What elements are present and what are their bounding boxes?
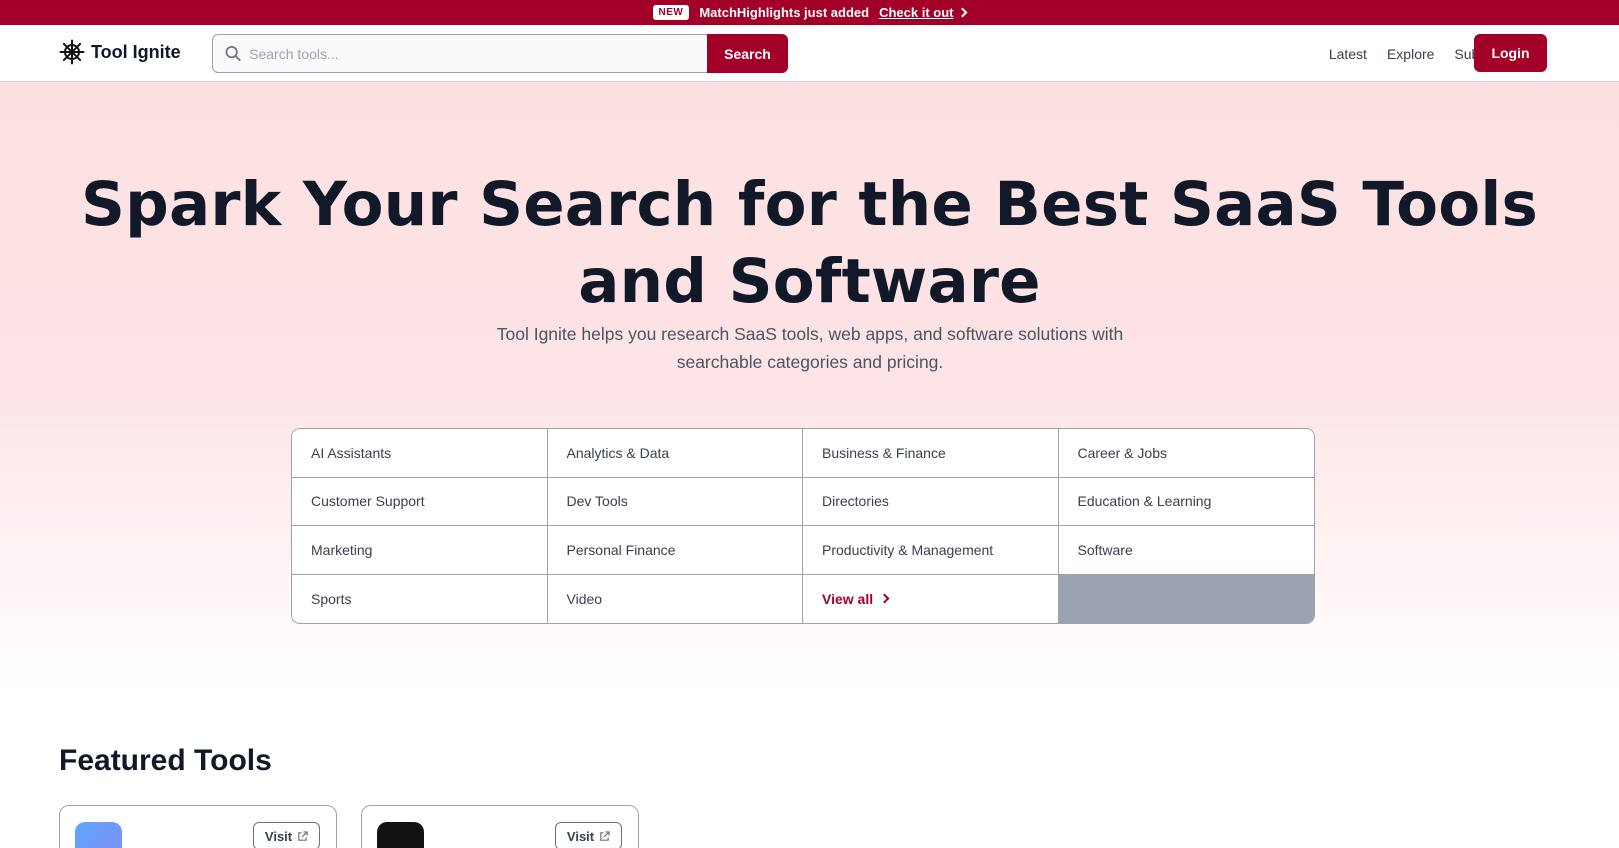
visit-button[interactable]: Visit: [253, 822, 320, 848]
category-personal-finance[interactable]: Personal Finance: [547, 526, 803, 575]
category-grid-filler: [1058, 574, 1314, 623]
featured-tools-heading: Featured Tools: [59, 744, 272, 777]
view-all-categories-link[interactable]: View all: [803, 574, 1059, 623]
visit-label: Visit: [566, 828, 595, 844]
category-customer-support[interactable]: Customer Support: [292, 477, 548, 526]
category-analytics-data[interactable]: Analytics & Data: [547, 429, 803, 478]
search-button[interactable]: Search: [707, 34, 788, 73]
category-education-learning[interactable]: Education & Learning: [1058, 477, 1314, 526]
category-dev-tools[interactable]: Dev Tools: [547, 477, 803, 526]
hero-section: Spark Your Search for the Best SaaS Tool…: [0, 82, 1619, 692]
search-bar: Search: [212, 34, 788, 73]
category-grid: AI Assistants Analytics & Data Business …: [291, 428, 1315, 624]
brand-logo[interactable]: Tool Ignite: [59, 39, 181, 65]
nav-explore[interactable]: Explore: [1387, 46, 1434, 62]
visit-button[interactable]: Visit: [555, 822, 622, 848]
announcement-bar: NEW MatchHighlights just added Check it …: [0, 0, 1619, 25]
category-video[interactable]: Video: [547, 574, 803, 623]
view-all-label: View all: [822, 590, 874, 607]
announcement-link[interactable]: Check it out: [879, 5, 968, 20]
chevron-right-icon: [958, 7, 968, 18]
announcement-message: MatchHighlights just added: [699, 5, 870, 20]
brand-name: Tool Ignite: [91, 41, 181, 62]
login-button[interactable]: Login: [1474, 34, 1547, 72]
visit-label: Visit: [264, 828, 293, 844]
category-directories[interactable]: Directories: [803, 477, 1059, 526]
hero-subtitle: Tool Ignite helps you research SaaS tool…: [496, 324, 1124, 372]
nav-latest[interactable]: Latest: [1329, 46, 1367, 62]
nav-links: Latest Explore Submit: [1329, 25, 1498, 82]
category-software[interactable]: Software: [1058, 526, 1314, 575]
search-icon: [225, 45, 241, 62]
new-badge: NEW: [652, 5, 690, 20]
category-career-jobs[interactable]: Career & Jobs: [1058, 429, 1314, 478]
top-navbar: Tool Ignite Search Latest Explore Submit…: [0, 25, 1619, 82]
search-input[interactable]: [249, 45, 707, 62]
category-business-finance[interactable]: Business & Finance: [803, 429, 1059, 478]
tool-card[interactable]: Visit: [361, 805, 639, 848]
external-link-icon: [298, 830, 308, 841]
category-marketing[interactable]: Marketing: [292, 526, 548, 575]
search-field: [212, 34, 707, 73]
tool-logo: [75, 822, 122, 848]
chevron-right-icon: [879, 593, 890, 604]
announcement-link-label: Check it out: [879, 5, 954, 20]
external-link-icon: [600, 830, 610, 841]
ship-wheel-icon: [59, 39, 85, 65]
category-productivity-management[interactable]: Productivity & Management: [803, 526, 1059, 575]
hero-title: Spark Your Search for the Best SaaS Tool…: [81, 169, 1538, 317]
tool-card[interactable]: Visit: [59, 805, 337, 848]
tool-logo: [377, 822, 424, 848]
category-sports[interactable]: Sports: [292, 574, 548, 623]
category-ai-assistants[interactable]: AI Assistants: [292, 429, 548, 478]
